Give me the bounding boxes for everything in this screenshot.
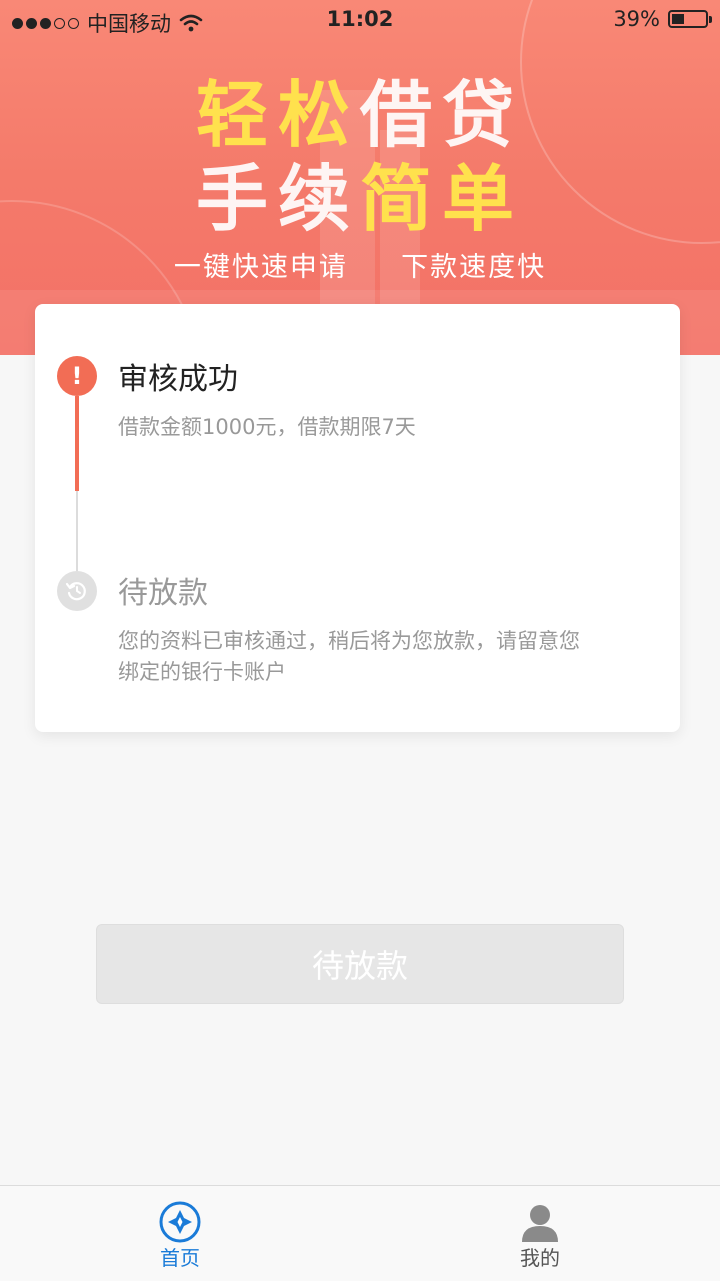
loan-progress-card: ! 审核成功 借款金额1000元，借款期限7天 待放款 您的资料已审核通过，稍后… — [35, 304, 680, 732]
pending-disbursement-button[interactable]: 待放款 — [96, 924, 624, 1004]
exclamation-icon: ! — [57, 356, 97, 396]
tab-bar: 首页 我的 — [0, 1185, 720, 1281]
clock: 11:02 — [326, 7, 394, 31]
header-banner: 中国移动 11:02 39% 轻松借贷 手续简单 一键快速申请 下款速度快 — [0, 0, 720, 355]
progress-line-pending — [76, 491, 78, 571]
progress-line-done — [75, 396, 79, 491]
headline-line-2: 手续简单 — [0, 140, 720, 245]
headline-text: 手续 — [195, 157, 360, 241]
home-diamond-icon — [159, 1201, 201, 1243]
step-desc-approved: 借款金额1000元，借款期限7天 — [118, 415, 416, 439]
step-title-pending: 待放款 — [118, 576, 208, 611]
refresh-clock-icon — [57, 571, 97, 611]
step-desc-pending: 您的资料已审核通过，稍后将为您放款，请留意您绑定的银行卡账户 — [118, 629, 580, 684]
status-bar: 中国移动 11:02 39% — [0, 0, 720, 40]
tab-home[interactable]: 首页 — [0, 1186, 360, 1281]
subline-left: 一键快速申请 — [173, 252, 348, 283]
tab-home-label: 首页 — [160, 1246, 200, 1270]
battery-percent: 39% — [613, 7, 660, 31]
step-title-approved: 审核成功 — [118, 362, 238, 397]
battery-icon — [668, 10, 712, 28]
subline-right: 下款速度快 — [401, 252, 547, 283]
tab-mine-label: 我的 — [520, 1246, 560, 1270]
banner-subline: 一键快速申请 下款速度快 — [0, 245, 720, 284]
tab-mine[interactable]: 我的 — [360, 1186, 720, 1281]
headline-highlight: 简单 — [360, 157, 525, 241]
user-icon — [522, 1205, 558, 1242]
